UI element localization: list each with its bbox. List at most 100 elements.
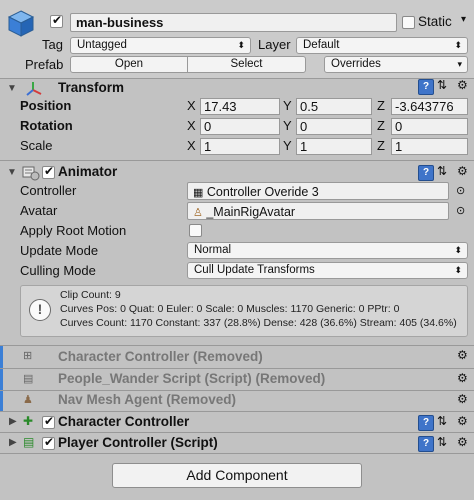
prefab-select-button[interactable]: Select [187, 56, 306, 73]
transform-component: ▼ Transform ? ⇅ ⚙ Position X 17.43 Y 0.5… [0, 78, 474, 160]
prefab-open-button[interactable]: Open [70, 56, 188, 73]
transform-icon [25, 80, 43, 98]
position-y-label[interactable]: Y [283, 98, 292, 113]
controller-field[interactable]: ▦ Controller Overide 3 [187, 182, 449, 200]
gear-icon[interactable]: ⚙ [457, 348, 468, 362]
character-controller-icon: ✚ [23, 414, 34, 428]
static-toggle[interactable] [402, 16, 415, 29]
position-x-field[interactable]: 17.43 [200, 98, 280, 115]
rotation-y-label[interactable]: Y [283, 118, 292, 133]
removed-component-row[interactable]: ⊞ Character Controller (Removed) ⚙ [0, 346, 474, 368]
clip-count-text: Clip Count: 9 [60, 289, 121, 301]
add-component-button[interactable]: Add Component [112, 463, 362, 488]
avatar-label: Avatar [20, 203, 58, 218]
foldout-arrow-icon[interactable]: ▶ [9, 437, 17, 448]
gear-icon[interactable]: ⚙ [457, 435, 468, 449]
help-icon[interactable]: ? [418, 436, 434, 452]
component-enabled-toggle[interactable] [42, 414, 55, 429]
prefab-label: Prefab [25, 57, 64, 72]
rotation-label: Rotation [20, 118, 73, 133]
tag-dropdown[interactable]: Untagged ⬍ [70, 37, 251, 54]
apply-root-motion-toggle[interactable] [189, 224, 202, 237]
object-name-field[interactable]: man-business [70, 13, 397, 32]
static-dropdown-arrow[interactable]: ▾ [461, 14, 466, 25]
object-picker-icon[interactable]: ⊙ [456, 184, 465, 197]
component-row[interactable]: ▶ ▤ Player Controller (Script) ? ⇅ ⚙ [0, 433, 474, 453]
active-toggle[interactable] [50, 13, 63, 28]
dropdown-arrows-icon: ⬍ [454, 245, 462, 255]
overrides-label: Overrides [331, 58, 381, 70]
removed-component-row[interactable]: ▤ People_Wander Script (Script) (Removed… [0, 369, 474, 390]
update-mode-label: Update Mode [20, 243, 99, 258]
dropdown-arrows-icon: ⬍ [454, 40, 462, 50]
foldout-arrow-icon[interactable]: ▶ [9, 416, 17, 427]
rotation-z-label[interactable]: Z [377, 118, 385, 133]
controller-label: Controller [20, 183, 77, 198]
scale-y-field[interactable]: 1 [296, 138, 372, 155]
rotation-y-field[interactable]: 0 [296, 118, 372, 135]
chevron-down-icon: ▾ [457, 59, 462, 69]
dropdown-arrows-icon: ⬍ [454, 265, 462, 275]
gear-icon[interactable]: ⚙ [457, 371, 468, 385]
static-label: Static [418, 14, 452, 29]
scale-label: Scale [20, 138, 53, 153]
help-icon[interactable]: ? [418, 165, 434, 181]
object-picker-icon[interactable]: ⊙ [456, 204, 465, 217]
avatar-value: _MainRigAvatar [206, 205, 296, 219]
layer-value: Default [303, 39, 340, 51]
removed-component-label: Character Controller (Removed) [58, 349, 263, 364]
culling-mode-value: Cull Update Transforms [194, 264, 315, 276]
component-row[interactable]: ▶ ✚ Character Controller ? ⇅ ⚙ [0, 412, 474, 432]
help-icon[interactable]: ? [418, 415, 434, 431]
component-label: Character Controller [58, 414, 190, 429]
rotation-z-field[interactable]: 0 [391, 118, 468, 135]
preset-icon[interactable]: ⇅ [437, 435, 447, 449]
position-y-field[interactable]: 0.5 [296, 98, 372, 115]
update-mode-value: Normal [194, 244, 232, 256]
position-z-label[interactable]: Z [377, 98, 385, 113]
culling-mode-dropdown[interactable]: Cull Update Transforms ⬍ [187, 262, 468, 279]
position-x-label[interactable]: X [187, 98, 196, 113]
animator-enabled-toggle[interactable] [42, 164, 55, 179]
update-mode-dropdown[interactable]: Normal ⬍ [187, 242, 468, 259]
scale-x-field[interactable]: 1 [200, 138, 280, 155]
layer-label: Layer [258, 37, 291, 52]
scale-z-label[interactable]: Z [377, 138, 385, 153]
script-icon: ▤ [23, 435, 35, 449]
preset-icon[interactable]: ⇅ [437, 414, 447, 428]
position-z-field[interactable]: -3.643776 [391, 98, 468, 115]
gear-icon[interactable]: ⚙ [457, 78, 468, 92]
foldout-arrow-icon[interactable]: ▼ [7, 167, 17, 178]
animator-title: Animator [58, 164, 118, 179]
inspector-header: man-business Static ▾ Tag Untagged ⬍ Laye… [0, 0, 474, 79]
layer-dropdown[interactable]: Default ⬍ [296, 37, 468, 54]
curves-pos-text: Curves Pos: 0 Quat: 0 Euler: 0 Scale: 0 … [60, 303, 400, 315]
controller-asset-icon: ▦ [193, 187, 204, 199]
preset-icon[interactable]: ⇅ [437, 78, 447, 92]
scale-z-field[interactable]: 1 [391, 138, 468, 155]
gear-icon[interactable]: ⚙ [457, 164, 468, 178]
tag-label: Tag [42, 37, 63, 52]
removed-component-label: Nav Mesh Agent (Removed) [58, 392, 237, 407]
animator-icon [22, 165, 40, 181]
info-icon: ! [29, 299, 51, 321]
animator-info-box: ! Clip Count: 9 Curves Pos: 0 Quat: 0 Eu… [20, 285, 468, 337]
tag-value: Untagged [77, 39, 127, 51]
curves-count-text: Curves Count: 1170 Constant: 337 (28.8%)… [60, 317, 457, 329]
avatar-icon: ♙ [193, 207, 203, 219]
gear-icon[interactable]: ⚙ [457, 392, 468, 406]
rotation-x-field[interactable]: 0 [200, 118, 280, 135]
component-label: Player Controller (Script) [58, 435, 218, 450]
scale-x-label[interactable]: X [187, 138, 196, 153]
removed-component-row[interactable]: ♟ Nav Mesh Agent (Removed) ⚙ [0, 391, 474, 411]
avatar-field[interactable]: ♙ _MainRigAvatar [187, 202, 449, 220]
component-enabled-toggle[interactable] [42, 435, 55, 450]
divider [0, 160, 474, 161]
scale-y-label[interactable]: Y [283, 138, 292, 153]
preset-icon[interactable]: ⇅ [437, 164, 447, 178]
rotation-x-label[interactable]: X [187, 118, 196, 133]
gear-icon[interactable]: ⚙ [457, 414, 468, 428]
help-icon[interactable]: ? [418, 79, 434, 95]
prefab-overrides-dropdown[interactable]: Overrides ▾ [324, 56, 468, 73]
foldout-arrow-icon[interactable]: ▼ [7, 83, 17, 94]
